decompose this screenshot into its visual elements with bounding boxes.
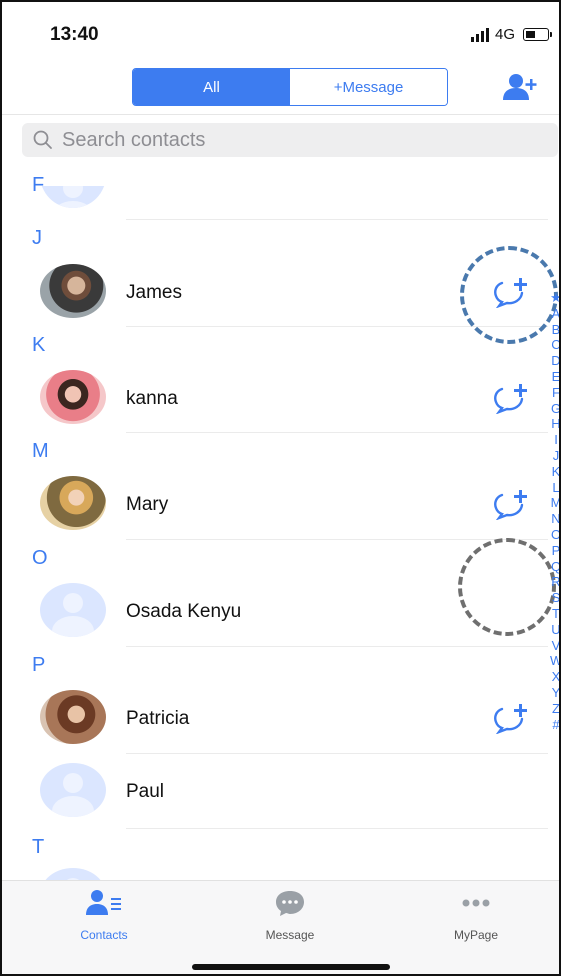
index-letter[interactable]: E [550,369,559,385]
row-divider [126,753,548,754]
contact-row-paul[interactable]: Paul [2,760,552,830]
avatar [40,370,106,424]
chat-add-icon[interactable] [492,490,532,520]
index-letter[interactable]: P [550,543,559,559]
status-bar: 13:40 4G [2,2,559,66]
index-letter[interactable]: M [550,495,559,511]
contact-row-patricia[interactable]: Patricia [2,684,552,754]
row-divider [126,539,548,540]
index-letter[interactable]: N [550,511,559,527]
index-letter[interactable]: T [550,606,559,622]
alphabet-index[interactable]: ★ A B C D E F G H I J K L M N O P Q R S … [550,290,559,733]
status-indicators: 4G [470,26,552,43]
avatar-partial [40,868,106,880]
segment-all[interactable]: All [133,69,290,105]
section-header-t: T [32,836,45,858]
section-header-m: M [32,440,49,462]
index-letter[interactable]: D [550,353,559,369]
row-divider [126,219,548,220]
avatar [40,763,106,817]
index-letter[interactable]: Z [550,701,559,717]
network-type: 4G [494,26,515,43]
index-letter[interactable]: V [550,638,559,654]
contact-name: Patricia [126,708,190,729]
index-letter[interactable]: S [550,590,559,606]
index-letter[interactable]: O [550,527,559,543]
filter-segmented-control: All +Message [132,68,448,106]
search-icon [33,130,52,149]
section-header-p: P [32,654,46,676]
status-time: 13:40 [50,24,99,45]
row-divider [126,828,548,829]
more-dots-icon [462,899,490,907]
contact-name: kanna [126,388,178,409]
avatar-partial [40,186,106,208]
contact-name: Mary [126,494,169,515]
index-letter[interactable]: H [550,416,559,432]
section-header-f: F [32,174,45,196]
avatar [40,264,106,318]
add-contact-button[interactable] [500,72,540,104]
highlight-ring [460,246,558,344]
contact-row-kanna[interactable]: kanna [2,364,552,434]
index-letter[interactable]: U [550,622,559,638]
person-plus-icon [503,74,537,100]
index-letter[interactable]: ★ [550,290,559,306]
home-indicator [192,964,390,970]
index-letter[interactable]: B [550,322,559,338]
index-letter[interactable]: K [550,464,559,480]
tab-mypage[interactable]: MyPage [416,889,536,942]
contacts-icon [86,890,121,915]
row-divider [126,646,548,647]
index-letter[interactable]: C [550,337,559,353]
avatar [40,476,106,530]
tab-label: MyPage [453,928,499,942]
tab-message[interactable]: Message [230,889,350,942]
signal-icon [470,27,489,42]
header-divider [2,114,559,115]
index-letter[interactable]: A [550,306,559,322]
bottom-tab-bar: Contacts Message MyPage [2,880,559,974]
index-letter[interactable]: # [550,717,559,733]
tab-label: Message [265,928,315,942]
tab-label: Contacts [80,928,128,942]
battery-icon [523,28,552,41]
avatar [40,690,106,744]
index-letter[interactable]: X [550,669,559,685]
index-letter[interactable]: F [550,385,559,401]
section-header-k: K [32,334,46,356]
search-bar[interactable] [22,123,558,157]
chat-add-icon[interactable] [492,384,532,414]
index-letter[interactable]: G [550,401,559,417]
index-letter[interactable]: R [550,574,559,590]
index-letter[interactable]: W [550,653,559,669]
index-letter[interactable]: L [550,480,559,496]
chat-bubble-icon [276,891,304,916]
index-letter[interactable]: Q [550,559,559,575]
contact-name: Osada Kenyu [126,601,242,622]
segment-message[interactable]: +Message [290,69,447,105]
row-divider [126,432,548,433]
index-letter[interactable]: J [550,448,559,464]
avatar [40,583,106,637]
phone-screen: 13:40 4G All +Message F J [0,0,561,976]
contact-name: James [126,282,182,303]
index-letter[interactable]: I [550,432,559,448]
index-letter[interactable]: Y [550,685,559,701]
search-input[interactable] [60,127,524,153]
highlight-ring-empty [458,538,556,636]
section-header-o: O [32,547,48,569]
contact-row-mary[interactable]: Mary [2,470,552,540]
section-header-j: J [32,227,42,249]
tab-contacts[interactable]: Contacts [44,889,164,942]
contact-name: Paul [126,781,165,802]
chat-add-icon[interactable] [492,704,532,734]
